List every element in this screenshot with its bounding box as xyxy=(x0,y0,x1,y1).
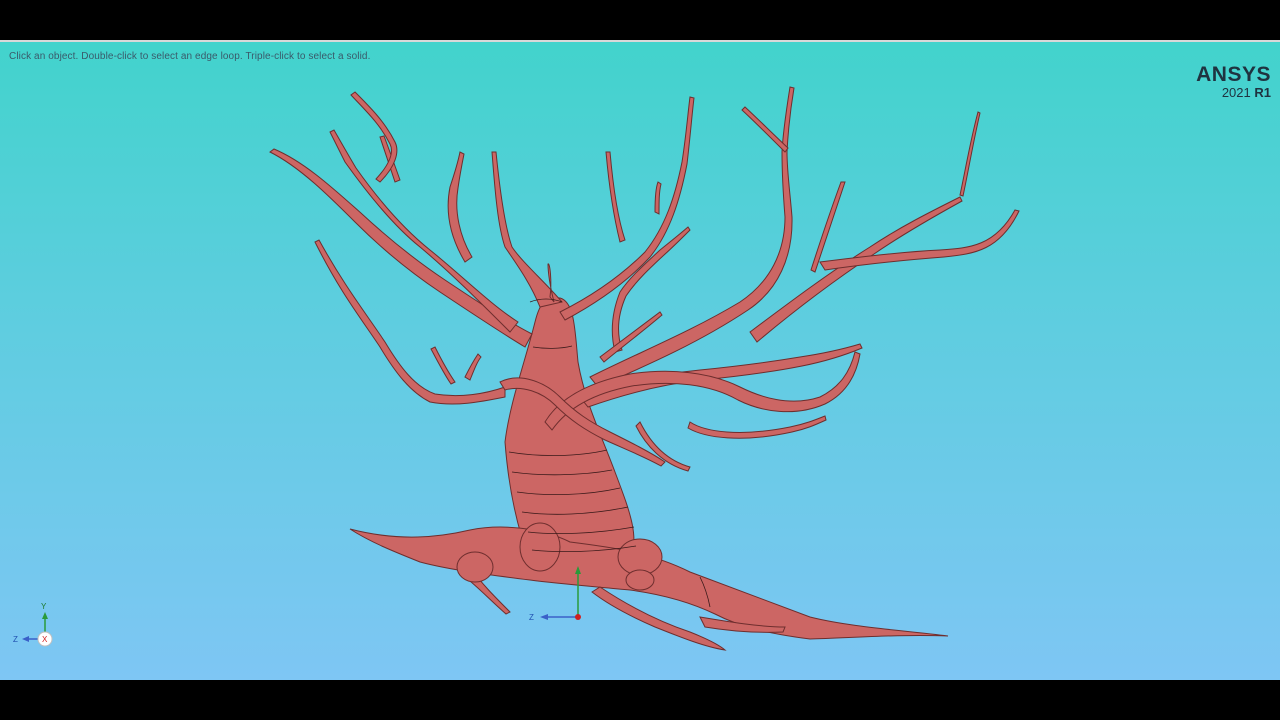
bottom-letterbox xyxy=(0,680,1280,720)
root-knob-4 xyxy=(625,569,655,591)
left-top-twig xyxy=(350,91,398,183)
right-twig-top xyxy=(959,111,981,197)
mid-twig-2 xyxy=(654,181,662,215)
left-small-twig-2 xyxy=(464,353,482,381)
tree-model[interactable]: Z Y Z X xyxy=(0,42,1280,680)
triad-z-label: Z xyxy=(13,635,18,644)
triad-y-label: Y xyxy=(41,602,47,611)
root-knob-1 xyxy=(456,551,494,583)
central-leader xyxy=(491,151,563,308)
mid-twig xyxy=(605,151,626,243)
right-twig-upper xyxy=(741,106,789,153)
graphics-viewport[interactable]: Click an object. Double-click to select … xyxy=(0,40,1280,680)
right-far-limb-3 xyxy=(810,181,846,273)
local-axis-z-label: Z xyxy=(529,613,534,622)
left-small-twig xyxy=(430,346,456,385)
view-triad[interactable]: Y Z X xyxy=(13,602,53,647)
root-knob-2 xyxy=(519,522,561,572)
left-limb-2 xyxy=(329,129,519,333)
left-limb xyxy=(269,148,533,348)
lower-right-twig xyxy=(687,415,827,439)
triad-x-label: X xyxy=(42,635,48,644)
left-limb-3 xyxy=(447,151,473,263)
top-letterbox xyxy=(0,0,1280,40)
